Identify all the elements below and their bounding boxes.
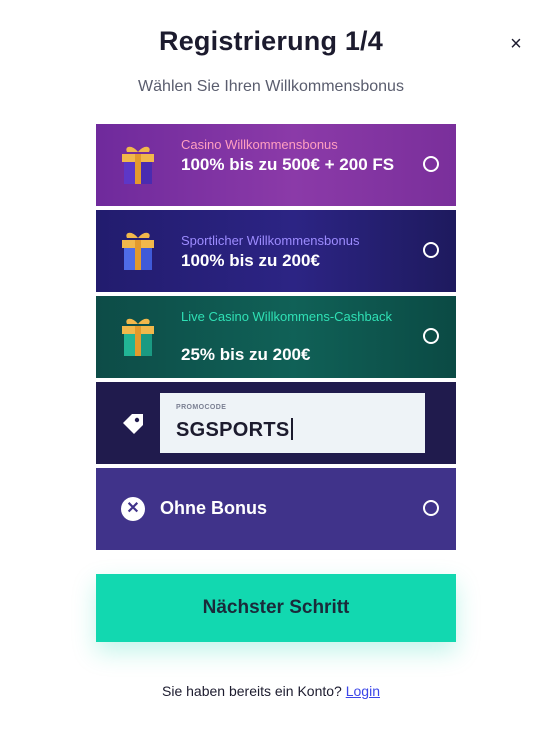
radio-button[interactable] [423, 242, 439, 258]
no-bonus-label: Ohne Bonus [160, 498, 267, 518]
promocode-value-wrap: SGSPORTS [176, 418, 293, 442]
bonus-amount: 25% bis zu 200€ [181, 345, 311, 364]
bonus-option-casino[interactable]: Casino Willkommensbonus 100% bis zu 500€… [96, 124, 456, 206]
radio-button[interactable] [423, 500, 439, 516]
promocode-label: PROMOCODE [176, 404, 227, 411]
radio-button[interactable] [423, 156, 439, 172]
no-bonus-option[interactable]: ✕ Ohne Bonus [96, 468, 456, 550]
bonus-option-live-casino[interactable]: Live Casino Willkommens-Cashback 25% bis… [96, 296, 456, 378]
promocode-value: SGSPORTS [176, 419, 290, 441]
text-cursor [290, 418, 293, 440]
next-step-button[interactable]: Nächster Schritt [96, 574, 456, 642]
login-link[interactable]: Login [346, 683, 380, 699]
tag-icon [123, 414, 143, 434]
gift-icon [122, 232, 154, 270]
login-prompt-text: Sie haben bereits ein Konto? [162, 683, 342, 699]
bonus-amount: 100% bis zu 500€ + 200 FS [181, 155, 395, 174]
bonus-category: Live Casino Willkommens-Cashback [181, 309, 392, 324]
bonus-category: Casino Willkommensbonus [181, 137, 338, 152]
bonus-option-sports[interactable]: Sportlicher Willkommensbonus 100% bis zu… [96, 210, 456, 292]
radio-button[interactable] [423, 328, 439, 344]
bonus-amount: 100% bis zu 200€ [181, 251, 320, 270]
promocode-row: PROMOCODE SGSPORTS [96, 382, 456, 464]
close-circle-icon: ✕ [121, 497, 145, 521]
close-icon[interactable]: × [505, 33, 527, 55]
promocode-input[interactable]: PROMOCODE SGSPORTS [160, 393, 425, 453]
page-subtitle: Wählen Sie Ihren Willkommensbonus [138, 78, 404, 95]
login-prompt: Sie haben bereits ein Konto? Login [0, 683, 542, 699]
bonus-category: Sportlicher Willkommensbonus [181, 233, 360, 248]
gift-icon [122, 318, 154, 356]
gift-icon [122, 146, 154, 184]
page-title: Registrierung 1/4 [159, 26, 383, 56]
